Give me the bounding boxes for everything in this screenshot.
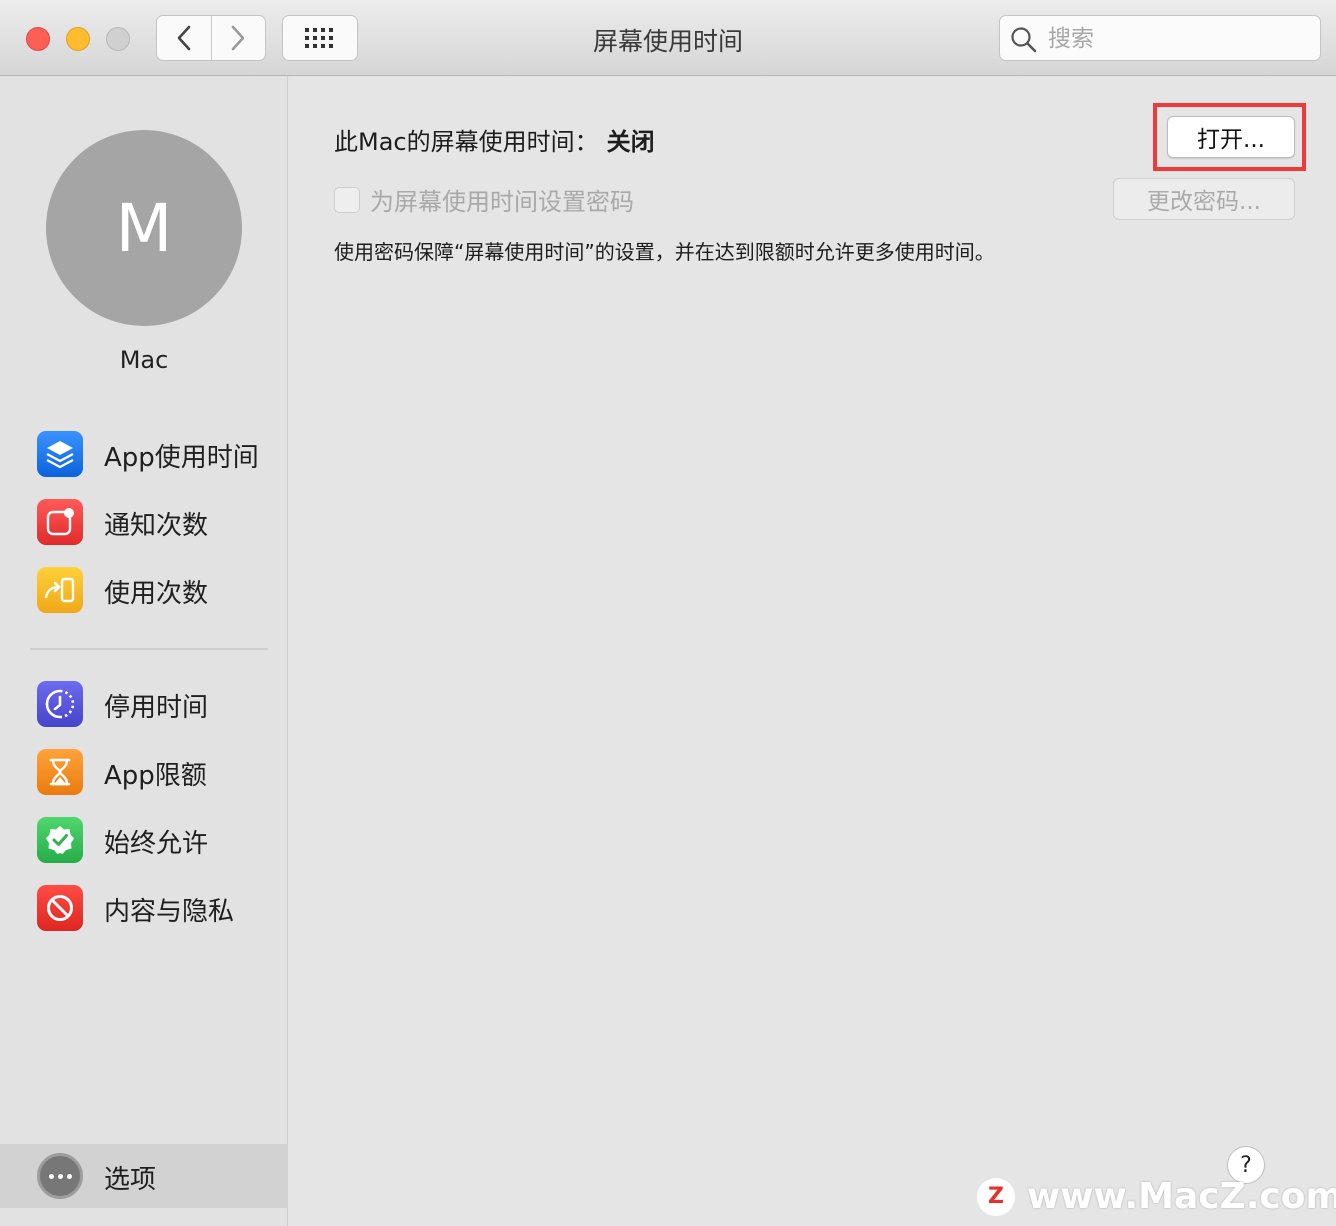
passcode-checkbox-label: 为屏幕使用时间设置密码: [370, 188, 634, 216]
search-icon: [1011, 27, 1037, 53]
hourglass-icon: [37, 749, 83, 795]
restriction-icon: [37, 885, 83, 931]
search-field[interactable]: [999, 15, 1321, 61]
sidebar-item-label: App使用时间: [104, 443, 259, 473]
sidebar-item-downtime[interactable]: 停用时间: [0, 673, 288, 735]
checkmark-badge-icon: [37, 817, 83, 863]
user-name: Mac: [119, 346, 169, 374]
sidebar-item-label: 始终允许: [104, 829, 209, 859]
passcode-checkbox[interactable]: [334, 186, 360, 213]
turn-on-button[interactable]: 打开...: [1167, 116, 1295, 158]
layers-icon: [37, 431, 83, 477]
watermark: Z www.MacZ.com: [977, 1176, 1336, 1217]
watermark-logo: Z: [977, 1177, 1015, 1216]
sidebar-item-app-limits[interactable]: App限额: [0, 741, 288, 803]
sidebar-item-label: 使用次数: [104, 579, 209, 609]
status-label: 此Mac的屏幕使用时间：: [334, 128, 599, 156]
screen-time-status: 此Mac的屏幕使用时间： 关闭: [334, 122, 655, 157]
change-passcode-button[interactable]: 更改密码...: [1113, 178, 1295, 220]
pickup-icon: [37, 567, 83, 613]
sidebar-item-label: 内容与隐私: [104, 897, 235, 927]
title-bar: 屏幕使用时间: [0, 0, 1336, 76]
sidebar-item-always-allowed[interactable]: 始终允许: [0, 809, 288, 871]
sidebar-item-pickups[interactable]: 使用次数: [0, 559, 288, 621]
sidebar-item-label: App限额: [104, 761, 207, 791]
main-panel: 此Mac的屏幕使用时间： 关闭 打开... 为屏幕使用时间设置密码 更改密码...…: [289, 76, 1336, 1226]
sidebar-item-content-privacy[interactable]: 内容与隐私: [0, 877, 288, 939]
watermark-text: www.MacZ.com: [1027, 1176, 1336, 1217]
search-input[interactable]: [1046, 22, 1310, 56]
status-value: 关闭: [606, 128, 655, 156]
sidebar-item-label: 选项: [104, 1165, 157, 1195]
sidebar-item-options[interactable]: 选项: [0, 1144, 288, 1208]
passcode-checkbox-row: 为屏幕使用时间设置密码: [334, 182, 634, 217]
sidebar-item-label: 通知次数: [104, 511, 209, 541]
passcode-description: 使用密码保障“屏幕使用时间”的设置，并在达到限额时允许更多使用时间。: [334, 240, 995, 264]
sidebar-item-app-usage[interactable]: App使用时间: [0, 423, 288, 485]
avatar[interactable]: M: [46, 130, 242, 326]
downtime-icon: [37, 681, 83, 727]
sidebar-item-label: 停用时间: [104, 693, 209, 723]
notification-icon: [37, 499, 83, 545]
more-options-icon: [37, 1153, 83, 1199]
sidebar-divider: [30, 648, 268, 650]
sidebar: M Mac App使用时间 通知次数 使用次数 停用时间 App限额 始终允许 …: [0, 76, 288, 1226]
sidebar-item-notifications[interactable]: 通知次数: [0, 491, 288, 553]
